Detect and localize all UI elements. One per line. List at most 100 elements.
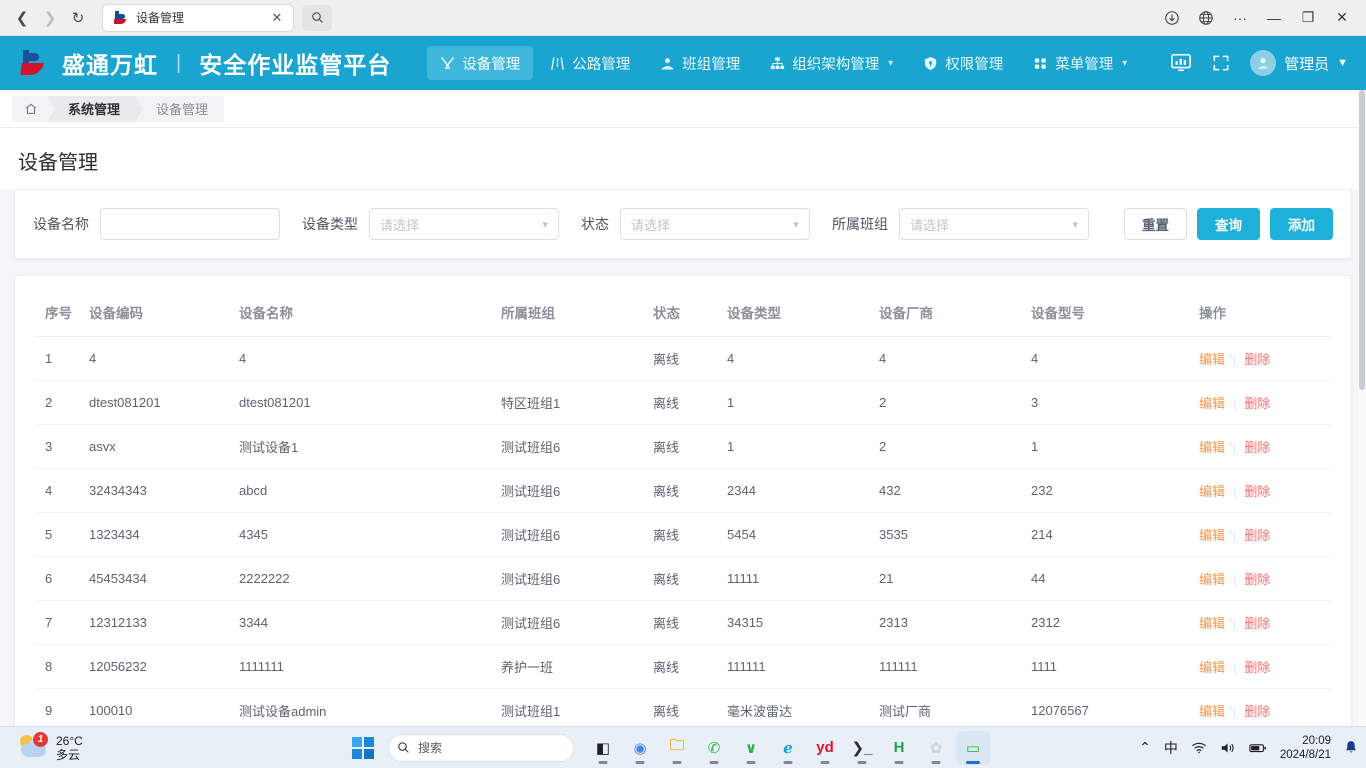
- col-index: 序号: [35, 288, 89, 337]
- browser-back-button[interactable]: ❮: [8, 4, 36, 32]
- edit-link[interactable]: 编辑: [1199, 352, 1225, 367]
- company-logo-icon: [18, 48, 52, 78]
- edit-link[interactable]: 编辑: [1199, 440, 1225, 455]
- action-divider: |: [1233, 396, 1237, 411]
- close-icon[interactable]: ✕: [269, 10, 285, 26]
- device-type-select[interactable]: 请选择 ▾: [369, 208, 559, 240]
- monitor-chart-icon[interactable]: [1170, 52, 1192, 74]
- col-name: 设备名称: [239, 288, 501, 337]
- reset-button[interactable]: 重置: [1124, 208, 1187, 240]
- breadcrumb-item-system-management[interactable]: 系统管理: [48, 95, 144, 122]
- taskbar-clock[interactable]: 20:09 2024/8/21: [1280, 734, 1331, 762]
- delete-link[interactable]: 删除: [1244, 440, 1270, 455]
- delete-link[interactable]: 删除: [1244, 352, 1270, 367]
- delete-link[interactable]: 删除: [1244, 704, 1270, 719]
- status-select[interactable]: 请选择 ▾: [620, 208, 810, 240]
- query-button[interactable]: 查询: [1197, 208, 1260, 240]
- edit-link[interactable]: 编辑: [1199, 528, 1225, 543]
- edit-link[interactable]: 编辑: [1199, 572, 1225, 587]
- wifi-icon[interactable]: [1191, 741, 1207, 755]
- taskbar-search[interactable]: 搜索: [388, 733, 574, 762]
- nav-item-org-structure-management[interactable]: 组织架构管理 ▾: [757, 46, 906, 80]
- app-glyph: ✆: [707, 739, 721, 757]
- page-title: 设备管理: [18, 152, 98, 174]
- delete-link[interactable]: 删除: [1244, 572, 1270, 587]
- windows-start-icon[interactable]: [352, 736, 374, 759]
- browser-forward-button[interactable]: ❯: [36, 4, 64, 32]
- app-running-indicator: [857, 761, 867, 764]
- restore-button[interactable]: ❐: [1292, 4, 1324, 32]
- volume-icon[interactable]: [1220, 741, 1236, 755]
- col-status: 状态: [653, 288, 727, 337]
- nav-item-permission-management[interactable]: 权限管理: [910, 46, 1016, 80]
- device-name-input[interactable]: [100, 208, 280, 240]
- breadcrumb-item-device-management[interactable]: 设备管理: [136, 96, 224, 122]
- app-header: 盛通万虹 | 安全作业监管平台 设备管理 公路管理 班组管理 组织架构管理 ▾ …: [0, 36, 1366, 90]
- edit-link[interactable]: 编辑: [1199, 484, 1225, 499]
- edit-link[interactable]: 编辑: [1199, 616, 1225, 631]
- youdao-dict-icon[interactable]: yd: [808, 731, 842, 765]
- delete-link[interactable]: 删除: [1244, 616, 1270, 631]
- nav-item-device-management[interactable]: 设备管理: [427, 46, 534, 80]
- app-glyph: 🗀: [669, 737, 685, 754]
- app-running-indicator: [746, 761, 756, 764]
- user-menu[interactable]: 管理员 ▼: [1250, 50, 1348, 76]
- globe-icon[interactable]: [1190, 4, 1222, 32]
- page-scrollbar-track[interactable]: [1358, 90, 1366, 726]
- file-explorer-icon[interactable]: 🗀: [660, 731, 694, 765]
- black-square-app-icon[interactable]: ◧: [586, 731, 620, 765]
- clock-date: 2024/8/21: [1279, 748, 1331, 761]
- edit-link[interactable]: 编辑: [1199, 396, 1225, 411]
- ime-indicator[interactable]: 中: [1164, 738, 1178, 758]
- browser-reload-button[interactable]: ↻: [64, 4, 92, 32]
- delete-link[interactable]: 删除: [1244, 484, 1270, 499]
- terminal-icon[interactable]: ❯_: [845, 731, 879, 765]
- edit-link[interactable]: 编辑: [1199, 660, 1225, 675]
- taskbar-weather-widget[interactable]: 1 26°C 多云: [8, 731, 83, 762]
- browser-tab[interactable]: 设备管理 ✕: [102, 3, 294, 32]
- taskbar-apps: 搜索 ◧ ◉ 🗀 ✆ ∨ ℯ yd ❯_ H ✿ ▭: [352, 730, 990, 765]
- main-navigation: 设备管理 公路管理 班组管理 组织架构管理 ▾ 权限管理 菜单管理 ▾: [427, 46, 1140, 80]
- wechat-icon[interactable]: ✆: [697, 731, 731, 765]
- edge-icon[interactable]: ℯ: [771, 731, 805, 765]
- close-window-button[interactable]: ✕: [1326, 4, 1358, 32]
- cell-model: 44: [1031, 556, 1199, 601]
- hbuilder-icon[interactable]: H: [882, 731, 916, 765]
- delete-link[interactable]: 删除: [1244, 528, 1270, 543]
- table-header-row: 序号 设备编码 设备名称 所属班组 状态 设备类型 设备厂商 设备型号 操作: [35, 288, 1331, 337]
- page-scrollbar-thumb[interactable]: [1359, 90, 1365, 390]
- breadcrumb-home[interactable]: [12, 95, 55, 122]
- minimize-button[interactable]: —: [1258, 4, 1290, 32]
- table-header: 序号 设备编码 设备名称 所属班组 状态 设备类型 设备厂商 设备型号 操作: [35, 288, 1331, 337]
- battery-icon[interactable]: [1249, 742, 1267, 754]
- filter-device-name: 设备名称: [33, 208, 280, 240]
- chrome-icon[interactable]: ◉: [623, 731, 657, 765]
- page-body: 设备名称 设备类型 请选择 ▾ 状态 请选择 ▾ 所属班组 请选择 ▾ 重置 查…: [0, 189, 1366, 768]
- cell-actions: 编辑 | 删除: [1199, 512, 1331, 557]
- cell-vendor: 2313: [879, 600, 1031, 645]
- wechat-window-icon[interactable]: ▭: [956, 730, 990, 765]
- nav-item-road-management[interactable]: 公路管理: [537, 46, 643, 80]
- delete-link[interactable]: 删除: [1244, 396, 1270, 411]
- table-row: 5 1323434 4345 测试班组6 离线 5454 3535 214 编辑 | 删除: [35, 512, 1331, 557]
- nav-item-team-management[interactable]: 班组管理: [647, 46, 753, 80]
- fullscreen-icon[interactable]: [1210, 52, 1232, 74]
- tray-expand-icon[interactable]: ⌃: [1139, 739, 1151, 756]
- cell-index: 2: [35, 380, 89, 425]
- nav-item-menu-management[interactable]: 菜单管理 ▾: [1020, 46, 1140, 80]
- header-actions: 管理员 ▼: [1170, 50, 1354, 76]
- tab-search-icon[interactable]: [302, 4, 332, 31]
- edit-link[interactable]: 编辑: [1199, 704, 1225, 719]
- cell-index: 6: [35, 556, 89, 601]
- youdao-note-icon[interactable]: ∨: [734, 731, 768, 765]
- add-button[interactable]: 添加: [1270, 208, 1333, 240]
- col-code: 设备编码: [89, 288, 239, 337]
- cell-index: 7: [35, 600, 89, 645]
- org-icon: [770, 56, 785, 71]
- more-options-icon[interactable]: ···: [1224, 4, 1256, 32]
- notification-bell-icon[interactable]: [1344, 740, 1358, 755]
- downloads-icon[interactable]: [1156, 4, 1188, 32]
- team-select[interactable]: 请选择 ▾: [899, 208, 1089, 240]
- wechat-devtool-icon[interactable]: ✿: [919, 731, 953, 765]
- delete-link[interactable]: 删除: [1244, 660, 1270, 675]
